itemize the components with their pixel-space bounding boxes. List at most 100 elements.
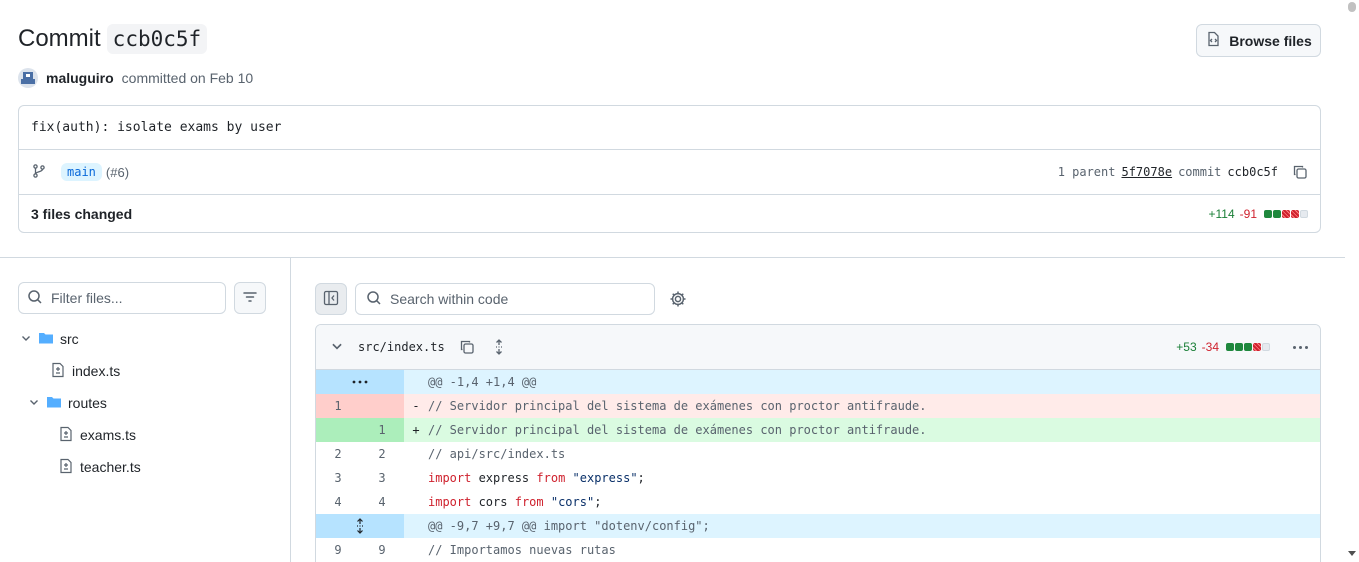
code-text: // Importamos nuevas rutas — [428, 543, 616, 557]
diff-line-context: 3 3 import express from "express"; — [316, 466, 1320, 490]
kebab-horizontal-icon[interactable] — [1293, 345, 1308, 349]
tree-file-exams[interactable]: exams.ts — [58, 423, 136, 447]
old-line-number[interactable]: 1 — [316, 394, 360, 418]
author-link[interactable]: maluguiro — [46, 70, 114, 86]
divider — [290, 258, 291, 562]
diff-line-context: 4 4 import cors from "cors"; — [316, 490, 1320, 514]
scrollbar-thumb[interactable] — [1348, 2, 1356, 12]
old-line-number[interactable]: 4 — [316, 490, 360, 514]
diffstat-block-add — [1235, 343, 1243, 351]
folder-icon — [38, 330, 54, 349]
code-text: import cors from "cors"; — [428, 495, 601, 509]
deletions-count: -91 — [1239, 206, 1257, 221]
tree-item-label: routes — [68, 395, 107, 411]
diffstat-block-del — [1291, 209, 1299, 218]
tree-file-index[interactable]: index.ts — [50, 359, 120, 383]
expand-all-icon[interactable] — [491, 339, 507, 355]
keyword: from — [514, 495, 544, 509]
string-literal: "cors" — [543, 495, 595, 509]
filter-options-button[interactable] — [234, 282, 266, 314]
new-line-number[interactable]: 4 — [360, 490, 404, 514]
diffstat-block-neutral — [1300, 209, 1308, 218]
tree-folder-routes[interactable]: routes — [28, 391, 107, 415]
new-line-number[interactable]: 2 — [360, 442, 404, 466]
new-line-number[interactable]: 9 — [360, 538, 404, 562]
copy-icon[interactable] — [1292, 164, 1308, 180]
divider — [0, 257, 1345, 258]
new-line-number[interactable]: 1 — [360, 418, 404, 442]
parent-sha-link[interactable]: 5f7078e — [1121, 165, 1172, 179]
avatar[interactable] — [18, 68, 38, 88]
browse-files-button[interactable]: Browse files — [1196, 24, 1321, 57]
commit-meta-row: main (#6) 1 parent 5f7078e commit ccb0c5… — [19, 150, 1320, 195]
commit-sha-title: ccb0c5f — [106, 24, 208, 54]
keyword: import — [428, 495, 472, 509]
browse-files-label: Browse files — [1229, 32, 1312, 49]
diff-hunk-header: @@ -1,4 +1,4 @@ — [316, 370, 1320, 394]
git-branch-icon — [31, 163, 47, 182]
expand-both-button[interactable] — [316, 514, 404, 538]
code-text: // api/src/index.ts — [428, 447, 566, 461]
punctuation: ; — [637, 471, 645, 485]
hunk-text: @@ -1,4 +1,4 @@ — [428, 375, 537, 389]
chevron-down-icon — [28, 395, 40, 411]
tree-item-label: index.ts — [72, 363, 121, 379]
tree-file-teacher[interactable]: teacher.ts — [58, 455, 141, 479]
pull-request-ref[interactable]: (#6) — [106, 165, 129, 180]
branch-link[interactable]: main — [61, 163, 102, 181]
diffstat-block-del — [1282, 209, 1290, 218]
scroll-down-arrow-icon[interactable] — [1348, 551, 1356, 556]
parent-label: 1 parent — [1057, 165, 1116, 179]
diff-sign: - — [412, 399, 420, 413]
diff-file-name[interactable]: src/index.ts — [358, 340, 445, 354]
files-changed-count: 3 files changed — [31, 205, 133, 222]
code-text: // Servidor principal del sistema de exá… — [428, 423, 927, 437]
page-title: Commit ccb0c5f — [18, 24, 208, 54]
filter-icon — [242, 289, 258, 308]
new-line-number[interactable]: 3 — [360, 466, 404, 490]
gear-icon[interactable] — [668, 289, 688, 309]
old-line-number[interactable]: 9 — [316, 538, 360, 562]
diffstat-block-neutral — [1262, 343, 1270, 351]
identifier: express — [471, 471, 537, 485]
old-line-number[interactable]: 2 — [316, 442, 360, 466]
copy-icon[interactable] — [459, 339, 475, 355]
diffstat-blocks — [1226, 343, 1270, 351]
tree-item-label: teacher.ts — [80, 459, 141, 475]
commit-byline: maluguiro committed on Feb 10 — [18, 68, 253, 88]
new-line-number[interactable] — [360, 394, 404, 418]
search-within-code-input[interactable] — [390, 291, 640, 307]
diffstat-block-add — [1264, 209, 1272, 218]
filter-files-input[interactable] — [51, 290, 211, 306]
old-line-number[interactable] — [316, 418, 360, 442]
chevron-down-icon[interactable] — [330, 339, 344, 356]
files-changed-row: 3 files changed +114 -91 — [19, 195, 1320, 232]
file-diff-icon — [58, 458, 74, 477]
diff-file-header: src/index.ts +53 -34 — [316, 325, 1320, 370]
search-icon — [366, 290, 382, 309]
toggle-file-tree-button[interactable] — [315, 283, 347, 315]
diff-hunk-header: @@ -9,7 +9,7 @@ import "dotenv/config"; — [316, 514, 1320, 538]
file-deletions: -34 — [1201, 340, 1219, 354]
diff-line-deleted: 1 - // Servidor principal del sistema de… — [316, 394, 1320, 418]
diffstat-block-add — [1273, 209, 1281, 218]
diff-line-context: 2 2 // api/src/index.ts — [316, 442, 1320, 466]
diffstat-block-add — [1244, 343, 1252, 351]
page-scrollbar[interactable] — [1345, 0, 1359, 562]
sidebar-collapse-icon — [323, 290, 339, 309]
old-line-number[interactable]: 3 — [316, 466, 360, 490]
file-diff-icon — [50, 362, 66, 381]
search-within-code-box[interactable] — [355, 283, 655, 315]
file-additions: +53 — [1176, 340, 1197, 354]
diffstat: +114 -91 — [1209, 207, 1308, 221]
filter-files-box[interactable] — [18, 282, 226, 314]
diffstat-block-del — [1253, 343, 1261, 351]
diff-sign: + — [412, 423, 420, 437]
file-diff-icon — [58, 426, 74, 445]
keyword: import — [428, 471, 472, 485]
tree-folder-src[interactable]: src — [20, 327, 79, 351]
folder-icon — [46, 394, 62, 413]
string-literal: "express" — [565, 471, 638, 485]
expand-up-button[interactable] — [316, 370, 404, 394]
diffstat-blocks — [1264, 209, 1308, 218]
